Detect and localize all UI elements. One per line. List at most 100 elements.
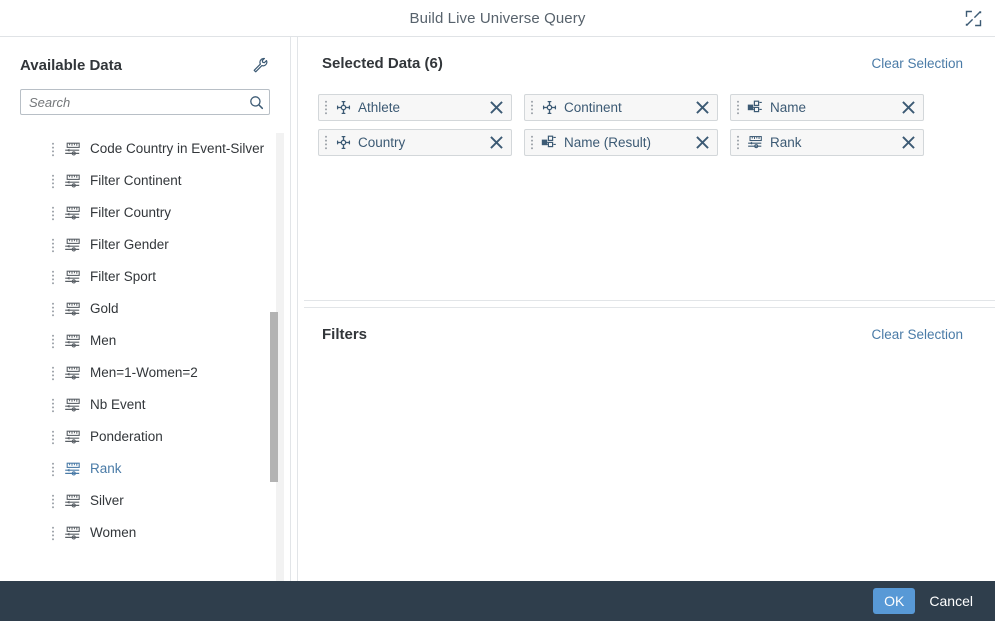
available-data-item[interactable]: Filter Continent	[0, 165, 290, 197]
measure-icon	[63, 461, 81, 477]
drag-handle-icon[interactable]	[529, 136, 535, 150]
measure-icon	[63, 365, 81, 381]
available-data-item[interactable]: Nb Event	[0, 389, 290, 421]
available-data-item-label: Ponderation	[90, 430, 163, 444]
horizontal-splitter[interactable]	[304, 300, 995, 308]
drag-handle-icon[interactable]	[50, 237, 56, 253]
selected-data-chip[interactable]: Name (Result)	[524, 129, 718, 156]
drag-handle-icon[interactable]	[50, 525, 56, 541]
drag-handle-icon[interactable]	[50, 461, 56, 477]
available-data-item[interactable]: Code Country in Event-Silver	[0, 133, 290, 165]
selected-data-chip-label: Name	[770, 100, 899, 115]
available-data-item[interactable]: Men	[0, 325, 290, 357]
drag-handle-icon[interactable]	[50, 333, 56, 349]
available-data-item-label: Filter Gender	[90, 238, 169, 252]
dimension-icon	[541, 100, 557, 116]
drag-handle-icon[interactable]	[50, 173, 56, 189]
available-data-item[interactable]: Ponderation	[0, 421, 290, 453]
measure-icon	[63, 301, 81, 317]
close-icon[interactable]	[487, 99, 505, 117]
selected-data-chip[interactable]: Continent	[524, 94, 718, 121]
available-data-item-label: Code Country in Event-Silver	[90, 142, 264, 156]
list-scrollbar-track[interactable]	[276, 133, 284, 581]
measure-icon	[63, 237, 81, 253]
available-data-item[interactable]: Filter Sport	[0, 261, 290, 293]
selected-data-clear-selection-link[interactable]: Clear Selection	[871, 56, 963, 71]
dimension-icon	[335, 100, 351, 116]
measure-icon	[63, 269, 81, 285]
available-data-list-scroll: Code Country in Event-Silver Filter Conti…	[0, 133, 290, 581]
available-data-item-label: Filter Country	[90, 206, 171, 220]
right-pane: Selected Data (6) Clear Selection Athlet…	[298, 37, 995, 581]
search-box	[20, 89, 270, 115]
filters-clear-selection-link[interactable]: Clear Selection	[871, 327, 963, 342]
available-data-item-label: Filter Sport	[90, 270, 156, 284]
drag-handle-icon[interactable]	[50, 365, 56, 381]
drag-handle-icon[interactable]	[50, 397, 56, 413]
drag-handle-icon[interactable]	[50, 269, 56, 285]
drag-handle-icon[interactable]	[735, 101, 741, 115]
available-data-item-label: Men=1-Women=2	[90, 366, 198, 380]
available-data-item[interactable]: Gold	[0, 293, 290, 325]
available-data-item[interactable]: Men=1-Women=2	[0, 357, 290, 389]
available-data-item[interactable]: Silver	[0, 485, 290, 517]
drag-handle-icon[interactable]	[323, 136, 329, 150]
drag-handle-icon[interactable]	[323, 101, 329, 115]
close-icon[interactable]	[487, 134, 505, 152]
measure-icon	[63, 333, 81, 349]
dialog-title: Build Live Universe Query	[410, 10, 586, 27]
list-scrollbar-thumb[interactable]	[270, 312, 278, 482]
available-data-item-label: Filter Continent	[90, 174, 182, 188]
filters-drop-area[interactable]	[298, 343, 995, 581]
search-input[interactable]	[20, 89, 270, 115]
search-icon[interactable]	[246, 92, 266, 112]
measure-icon	[63, 141, 81, 157]
wrench-icon[interactable]	[248, 53, 272, 77]
selected-data-header: Selected Data (6) Clear Selection	[298, 37, 995, 72]
selected-data-chips: Athlete Continent Name Country Name (Result)…	[298, 72, 995, 300]
selected-data-chip[interactable]: Athlete	[318, 94, 512, 121]
drag-handle-icon[interactable]	[50, 141, 56, 157]
selected-data-chip-label: Rank	[770, 135, 899, 150]
cancel-button[interactable]: Cancel	[921, 588, 981, 614]
attribute-icon	[541, 135, 557, 151]
dialog-titlebar: Build Live Universe Query	[0, 0, 995, 37]
close-icon[interactable]	[899, 99, 917, 117]
expand-icon[interactable]	[959, 4, 987, 32]
available-data-item[interactable]: Women	[0, 517, 290, 549]
drag-handle-icon[interactable]	[529, 101, 535, 115]
selected-data-title: Selected Data (6)	[322, 55, 443, 72]
selected-data-chip[interactable]: Rank	[730, 129, 924, 156]
available-data-item[interactable]: Filter Country	[0, 197, 290, 229]
vertical-splitter[interactable]	[290, 37, 298, 581]
available-data-item-label: Women	[90, 526, 136, 540]
available-data-item-label: Gold	[90, 302, 119, 316]
available-data-title: Available Data	[20, 57, 122, 74]
drag-handle-icon[interactable]	[50, 493, 56, 509]
drag-handle-icon[interactable]	[50, 301, 56, 317]
close-icon[interactable]	[693, 99, 711, 117]
available-data-item[interactable]: Filter Gender	[0, 229, 290, 261]
measure-icon	[63, 429, 81, 445]
selected-data-chip-label: Country	[358, 135, 487, 150]
ok-button[interactable]: OK	[873, 588, 915, 614]
drag-handle-icon[interactable]	[50, 205, 56, 221]
selected-data-section: Selected Data (6) Clear Selection Athlet…	[298, 37, 995, 300]
close-icon[interactable]	[693, 134, 711, 152]
measure-icon	[63, 525, 81, 541]
close-icon[interactable]	[899, 134, 917, 152]
available-data-header: Available Data	[0, 37, 290, 85]
selected-data-chip[interactable]: Country	[318, 129, 512, 156]
selected-data-chip-label: Name (Result)	[564, 135, 693, 150]
drag-handle-icon[interactable]	[50, 429, 56, 445]
drag-handle-icon[interactable]	[735, 136, 741, 150]
filters-header: Filters Clear Selection	[298, 308, 995, 343]
available-data-list: Code Country in Event-Silver Filter Conti…	[0, 133, 290, 549]
dimension-icon	[335, 135, 351, 151]
measure-icon	[63, 173, 81, 189]
measure-icon	[63, 205, 81, 221]
selected-data-chip[interactable]: Name	[730, 94, 924, 121]
available-data-item[interactable]: Rank	[0, 453, 290, 485]
selected-data-chip-label: Athlete	[358, 100, 487, 115]
dialog-footer: OK Cancel	[0, 581, 995, 621]
